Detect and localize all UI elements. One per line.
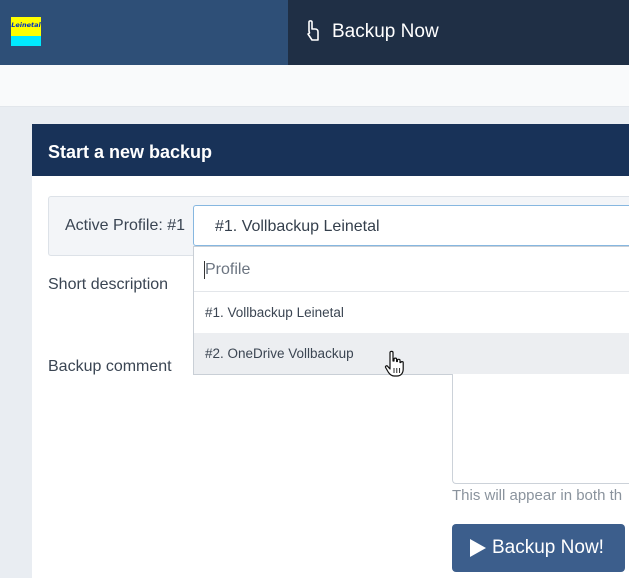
backup-comment-label: Backup comment bbox=[48, 358, 172, 375]
dropdown-option[interactable]: #1. Vollbackup Leinetal bbox=[194, 292, 629, 333]
short-description-label: Short description bbox=[48, 276, 169, 293]
profile-dropdown: Profile #1. Vollbackup Leinetal #2. OneD… bbox=[193, 246, 629, 375]
text-caret bbox=[204, 261, 205, 279]
backup-comment-textarea[interactable] bbox=[452, 374, 629, 484]
hand-cursor-icon bbox=[384, 350, 404, 377]
card-title: Start a new backup bbox=[48, 142, 213, 162]
play-icon bbox=[470, 539, 486, 557]
header-logo-area: Leinetal bbox=[0, 0, 288, 65]
card-header: Start a new backup bbox=[32, 124, 629, 176]
backup-now-label: Backup Now! bbox=[492, 537, 604, 558]
active-profile-label: Active Profile: #1 bbox=[65, 217, 186, 234]
page-title: Backup Now bbox=[332, 21, 439, 42]
left-margin bbox=[0, 107, 32, 578]
app-logo[interactable]: Leinetal bbox=[11, 17, 41, 46]
comment-help-text: This will appear in both th bbox=[452, 487, 623, 504]
hand-pointer-icon bbox=[307, 20, 319, 41]
profile-search-input[interactable]: Profile bbox=[194, 247, 629, 292]
sub-toolbar bbox=[0, 65, 629, 107]
profile-search-placeholder: Profile bbox=[205, 261, 251, 278]
dropdown-option-hovered[interactable]: #2. OneDrive Vollbackup bbox=[194, 333, 629, 374]
backup-now-button[interactable]: Backup Now! bbox=[452, 524, 625, 572]
profile-select-value[interactable]: #1. Vollbackup Leinetal bbox=[215, 218, 380, 236]
